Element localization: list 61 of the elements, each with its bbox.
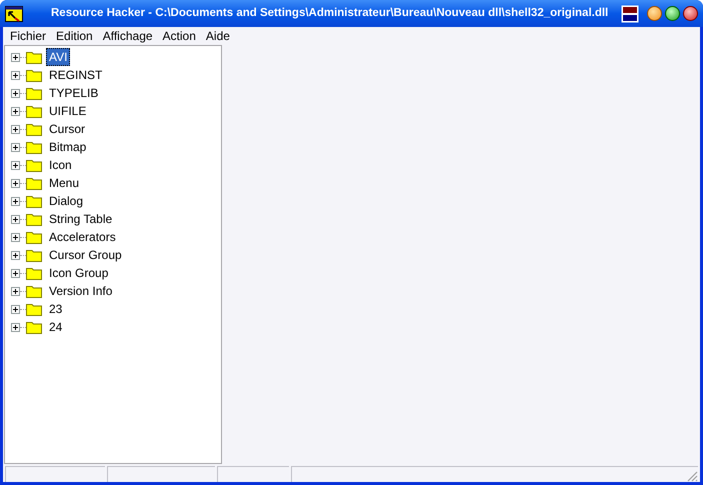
folder-icon bbox=[26, 212, 42, 226]
app-icon bbox=[5, 6, 23, 22]
expand-icon[interactable] bbox=[11, 124, 20, 134]
folder-icon bbox=[26, 104, 42, 118]
tree-item[interactable]: Cursor bbox=[46, 120, 88, 138]
tree-item[interactable]: Cursor Group bbox=[46, 246, 125, 264]
tree-item[interactable]: Version Info bbox=[46, 282, 116, 300]
tree-item[interactable]: Dialog bbox=[46, 192, 86, 210]
tree-item[interactable]: UIFILE bbox=[46, 102, 90, 120]
expand-icon[interactable] bbox=[11, 160, 20, 170]
folder-icon bbox=[26, 248, 42, 262]
folder-icon bbox=[26, 50, 42, 64]
folder-icon bbox=[26, 320, 42, 334]
tree-item[interactable]: REGINST bbox=[46, 66, 106, 84]
tree-item[interactable]: 24 bbox=[46, 318, 66, 336]
expand-icon[interactable] bbox=[11, 268, 20, 278]
tree-item[interactable]: String Table bbox=[46, 210, 116, 228]
folder-icon bbox=[26, 284, 42, 298]
expand-icon[interactable] bbox=[11, 142, 20, 152]
expand-icon[interactable] bbox=[11, 106, 20, 116]
menubar-command[interactable]: Action bbox=[158, 27, 201, 45]
close-button[interactable] bbox=[683, 6, 698, 21]
expand-icon[interactable] bbox=[11, 304, 20, 314]
folder-icon bbox=[26, 140, 42, 154]
expand-icon[interactable] bbox=[11, 178, 20, 188]
tree-item[interactable]: Menu bbox=[46, 174, 82, 192]
menubar-command[interactable]: Aide bbox=[200, 27, 235, 45]
resize-grip-icon[interactable] bbox=[687, 471, 698, 482]
tree-item[interactable]: Accelerators bbox=[46, 228, 119, 246]
tree-item[interactable]: TYPELIB bbox=[46, 84, 102, 102]
folder-icon bbox=[26, 230, 42, 244]
window-menu-icon[interactable] bbox=[621, 4, 639, 22]
expand-icon[interactable] bbox=[11, 322, 20, 332]
expand-icon[interactable] bbox=[11, 286, 20, 296]
maximize-button[interactable] bbox=[665, 6, 680, 21]
tree-item[interactable]: Icon bbox=[46, 156, 75, 174]
expand-icon[interactable] bbox=[11, 214, 20, 224]
expand-icon[interactable] bbox=[11, 250, 20, 260]
tree-item[interactable]: AVI bbox=[46, 48, 70, 66]
folder-icon bbox=[26, 158, 42, 172]
tree-item[interactable]: 23 bbox=[46, 300, 66, 318]
folder-icon bbox=[26, 122, 42, 136]
minimize-button[interactable] bbox=[647, 6, 662, 21]
window-title: Resource Hacker - C:\Documents and Settings\Administrateur\Bureau\Nouveau dll\shell32_original.dll bbox=[50, 6, 610, 21]
folder-icon bbox=[26, 194, 42, 208]
expand-icon[interactable] bbox=[11, 88, 20, 98]
expand-icon[interactable] bbox=[11, 232, 20, 242]
expand-icon[interactable] bbox=[11, 52, 20, 62]
status-pane bbox=[217, 466, 289, 482]
folder-icon bbox=[26, 176, 42, 190]
folder-icon bbox=[26, 86, 42, 100]
expand-icon[interactable] bbox=[11, 70, 20, 80]
folder-icon bbox=[26, 68, 42, 82]
folder-icon bbox=[26, 266, 42, 280]
folder-icon bbox=[26, 302, 42, 316]
expand-icon[interactable] bbox=[11, 196, 20, 206]
menubar-command[interactable]: Affichage bbox=[98, 27, 158, 45]
tree-item[interactable]: Icon Group bbox=[46, 264, 112, 282]
tree-item[interactable]: Bitmap bbox=[46, 138, 90, 156]
menubar-command[interactable]: Edition bbox=[51, 27, 98, 45]
menubar-command[interactable]: Fichier bbox=[5, 27, 52, 45]
